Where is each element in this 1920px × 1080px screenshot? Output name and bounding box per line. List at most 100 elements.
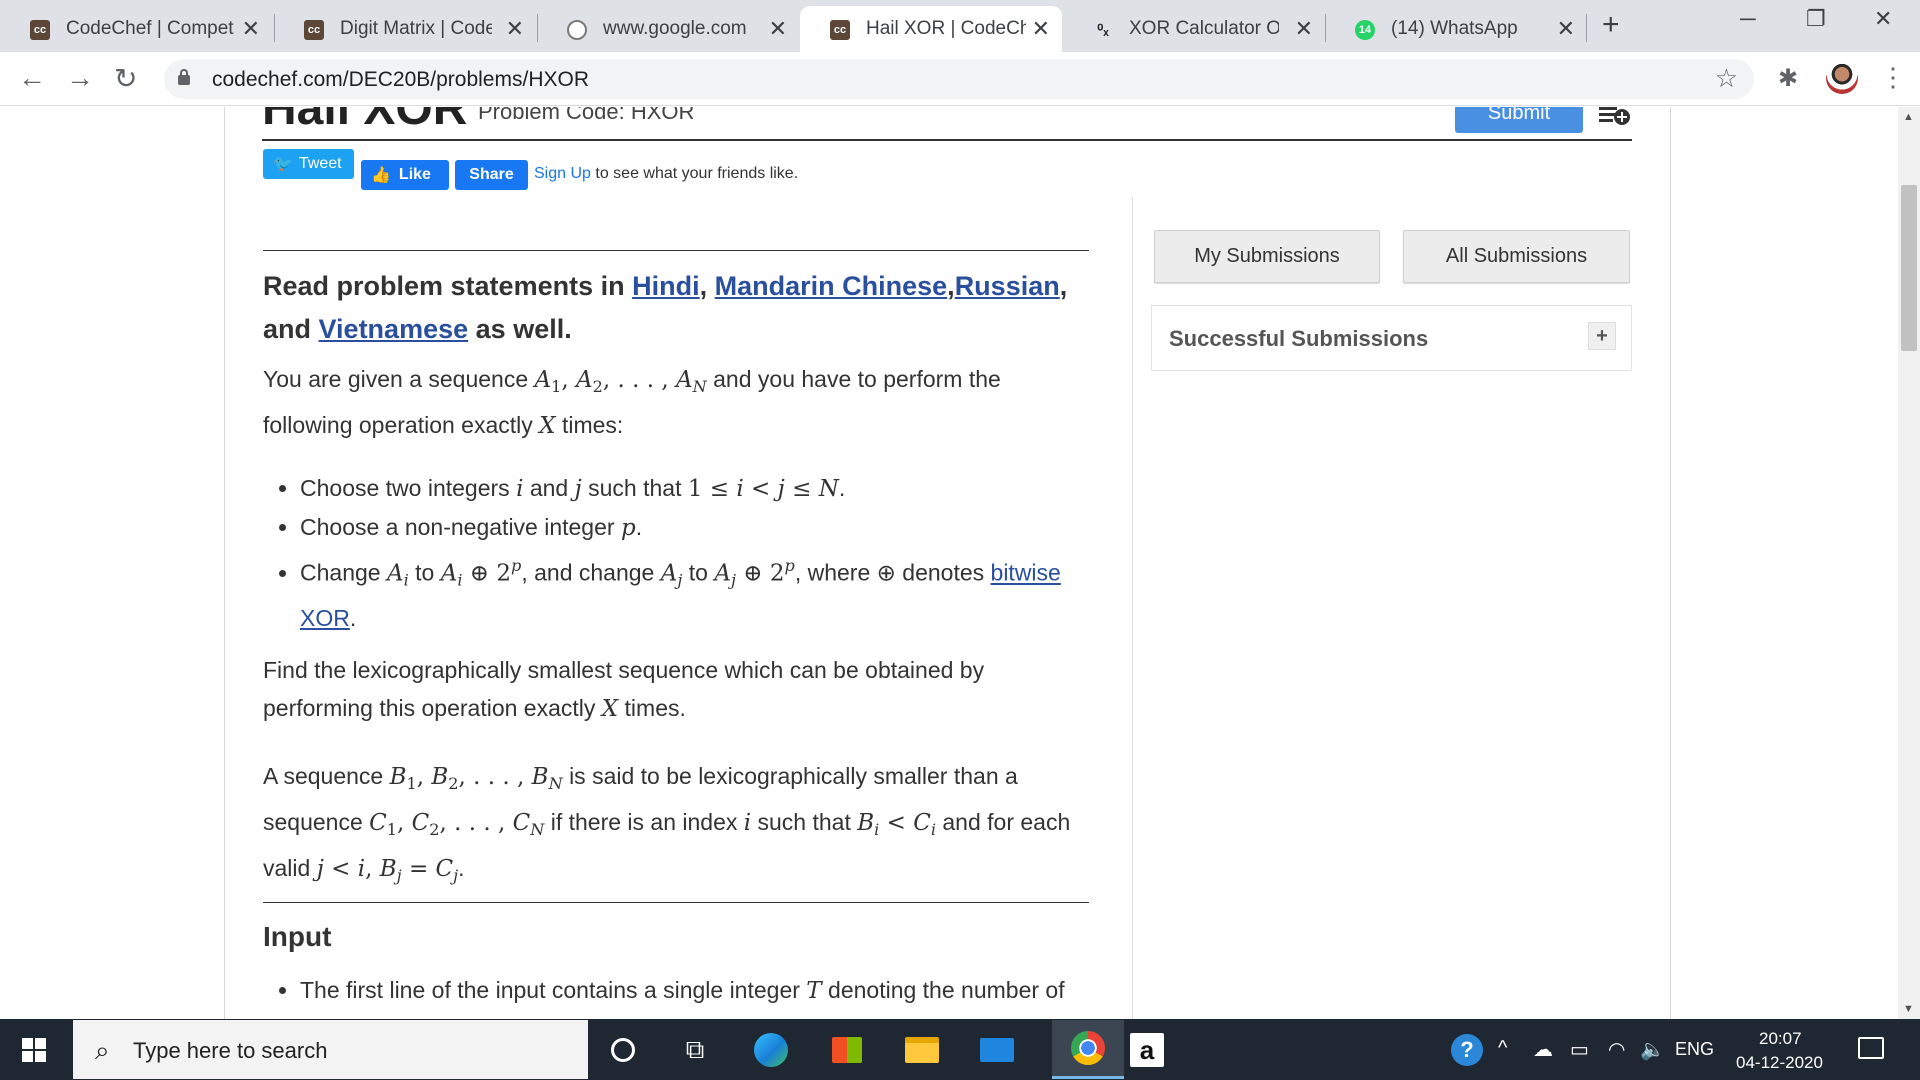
notification-center-icon[interactable]	[1858, 1037, 1884, 1059]
notice-text: and	[263, 314, 312, 344]
facebook-like-button[interactable]: 👍 Like	[361, 160, 449, 190]
lang-link-mandarin[interactable]: Mandarin Chinese	[715, 271, 948, 301]
cortana-icon[interactable]	[604, 1031, 642, 1069]
codechef-favicon-icon: cc	[830, 20, 850, 40]
lock-icon[interactable]	[178, 69, 190, 85]
like-label: Like	[398, 166, 431, 183]
statement-paragraph-3: A sequence B1, B2, . . . , BN is said to…	[263, 763, 1071, 885]
url-text[interactable]: codechef.com/DEC20B/problems/HXOR	[212, 68, 589, 92]
scroll-up-arrow-icon[interactable]: ▲	[1903, 111, 1914, 123]
close-tab-icon[interactable]: ✕	[506, 16, 524, 42]
my-submissions-button[interactable]: My Submissions	[1154, 230, 1380, 283]
input-spec-list: The first line of the input contains a s…	[300, 971, 1100, 1010]
close-window-icon[interactable]: ✕	[1874, 6, 1892, 32]
xor-calculator-icon: ⁰ₓ	[1097, 22, 1109, 39]
file-explorer-icon[interactable]	[903, 1031, 941, 1069]
wifi-icon[interactable]: ◠	[1608, 1037, 1625, 1062]
notice-text: as well.	[475, 314, 572, 344]
volume-icon[interactable]: 🔈	[1640, 1037, 1665, 1062]
help-icon[interactable]: ?	[1451, 1034, 1483, 1066]
clock-time[interactable]: 20:07	[1759, 1029, 1802, 1049]
minimize-icon[interactable]: ─	[1740, 6, 1756, 32]
restore-icon[interactable]: ❐	[1806, 6, 1826, 32]
amazon-icon[interactable]: a	[1128, 1031, 1166, 1069]
text: Choose two integers	[300, 475, 510, 501]
reload-icon[interactable]: ↻	[114, 62, 137, 95]
text: if there is an index	[550, 808, 738, 835]
close-tab-icon[interactable]: ✕	[242, 16, 260, 42]
lang-link-russian[interactable]: Russian	[955, 271, 1060, 301]
tab-whatsapp[interactable]: 14 (14) WhatsApp ✕	[1325, 6, 1587, 52]
scrollbar-thumb[interactable]	[1901, 185, 1917, 351]
tab-hail-xor[interactable]: cc Hail XOR | CodeChef ✕	[800, 6, 1062, 52]
thumbs-up-icon: 👍	[371, 167, 391, 184]
text: such that	[757, 808, 851, 835]
text: and	[529, 475, 569, 501]
tab-strip: cc CodeChef | Competit ✕ cc Digit Matrix…	[0, 0, 1920, 52]
back-icon[interactable]: ←	[18, 62, 46, 94]
close-tab-icon[interactable]: ✕	[1295, 16, 1313, 42]
page-content: Hail XOR Problem Code: HXOR Submit 🐦 Twe…	[0, 107, 1898, 1019]
text: Change	[300, 559, 381, 586]
operation-list: Choose two integers i and j such that 1 …	[300, 469, 1100, 637]
tab-title: (14) WhatsApp	[1391, 18, 1518, 39]
globe-icon	[567, 20, 587, 40]
language-notice: Read problem statements in Hindi, Mandar…	[263, 271, 1068, 344]
microsoft-store-icon[interactable]	[828, 1031, 866, 1069]
forward-icon[interactable]: →	[66, 62, 94, 94]
kebab-menu-icon[interactable]: ⋮	[1880, 62, 1906, 93]
add-to-list-icon[interactable]	[1598, 107, 1630, 129]
search-placeholder: Type here to search	[133, 1038, 328, 1063]
text: such that	[588, 475, 682, 501]
codechef-favicon-icon: cc	[304, 20, 324, 40]
list-item: Choose two integers i and j such that 1 …	[300, 469, 1100, 508]
tweet-label: Tweet	[298, 155, 342, 172]
vertical-scrollbar[interactable]: ▲ ▼	[1898, 107, 1920, 1019]
signup-link[interactable]: Sign Up	[534, 165, 591, 182]
text: Choose a non-negative integer	[300, 514, 615, 540]
all-submissions-button[interactable]: All Submissions	[1403, 230, 1630, 283]
show-hidden-icons-chevron-icon[interactable]: ^	[1498, 1037, 1507, 1060]
expand-plus-icon[interactable]: +	[1588, 322, 1616, 350]
bookmark-star-icon[interactable]: ☆	[1715, 63, 1738, 94]
mail-icon[interactable]	[978, 1031, 1016, 1069]
text: , and change	[521, 559, 655, 586]
lang-link-hindi[interactable]: Hindi	[632, 271, 700, 301]
facebook-share-button[interactable]: Share	[455, 160, 528, 190]
signup-suffix: to see what your friends like.	[595, 165, 799, 182]
tab-google[interactable]: www.google.com ✕	[537, 6, 799, 52]
title-divider	[262, 139, 1632, 141]
tab-codechef-competitive[interactable]: cc CodeChef | Competit ✕	[0, 6, 272, 52]
input-language[interactable]: ENG	[1675, 1039, 1714, 1060]
profile-avatar[interactable]	[1826, 62, 1858, 94]
windows-start-icon[interactable]	[22, 1038, 47, 1063]
tab-title: Hail XOR | CodeChef	[866, 18, 1026, 39]
clock-date[interactable]: 04-12-2020	[1736, 1053, 1823, 1073]
list-item: Choose a non-negative integer p.	[300, 508, 1100, 547]
tab-title: XOR Calculator Onlin	[1129, 18, 1279, 39]
task-view-icon[interactable]: ⧉	[676, 1031, 714, 1069]
browser-toolbar: ← → ↻ codechef.com/DEC20B/problems/HXOR …	[0, 52, 1920, 106]
problem-title: Hail XOR	[262, 107, 468, 135]
scroll-down-arrow-icon[interactable]: ▼	[1903, 1003, 1914, 1015]
taskbar-search-box[interactable]: ⌕ Type here to search	[73, 1020, 588, 1079]
tweet-button[interactable]: 🐦 Tweet	[263, 149, 354, 179]
close-tab-icon[interactable]: ✕	[1557, 16, 1575, 42]
tab-digit-matrix[interactable]: cc Digit Matrix | CodeCh ✕	[274, 6, 536, 52]
tab-title: www.google.com	[603, 18, 747, 39]
edge-browser-icon[interactable]	[752, 1031, 790, 1069]
tab-xor-calculator[interactable]: ⁰ₓ XOR Calculator Onlin ✕	[1063, 6, 1325, 52]
section-divider	[263, 250, 1089, 251]
extensions-puzzle-icon[interactable]: ✱	[1778, 64, 1798, 93]
chrome-icon[interactable]	[1052, 1020, 1124, 1079]
submit-button[interactable]: Submit	[1455, 107, 1583, 133]
onedrive-cloud-icon[interactable]: ☁	[1533, 1037, 1553, 1062]
close-tab-icon[interactable]: ✕	[1032, 16, 1050, 42]
new-tab-icon[interactable]: +	[1602, 8, 1620, 42]
address-bar[interactable]: codechef.com/DEC20B/problems/HXOR ☆	[164, 59, 1754, 99]
close-tab-icon[interactable]: ✕	[769, 16, 787, 42]
text: The first line of the input contains a s…	[300, 977, 800, 1003]
text: Find the lexicographically smallest sequ…	[263, 657, 985, 721]
battery-icon[interactable]: ▭	[1570, 1037, 1589, 1062]
lang-link-vietnamese[interactable]: Vietnamese	[319, 314, 469, 344]
